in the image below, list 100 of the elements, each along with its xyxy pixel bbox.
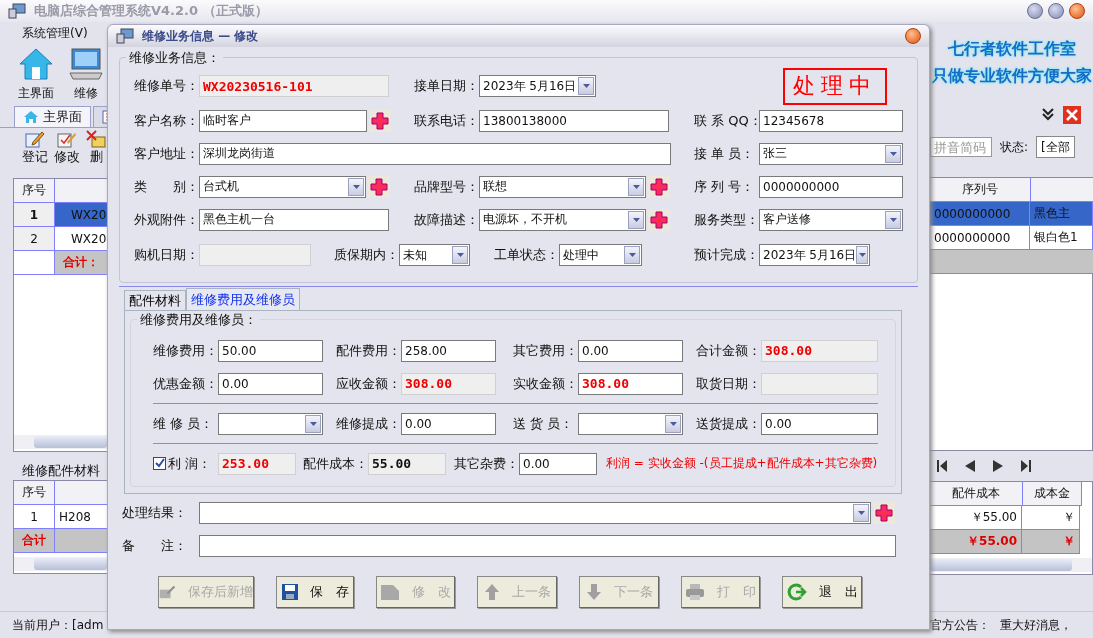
next-icon[interactable]: [992, 459, 1004, 473]
action-button[interactable]: 保 存: [276, 576, 354, 608]
column-header: [1031, 178, 1093, 202]
dropdown[interactable]: [199, 501, 871, 524]
toolbar-label[interactable]: 主界面: [18, 85, 54, 102]
action-button[interactable]: 退 出: [782, 576, 862, 608]
total-label: 合计: [14, 529, 55, 553]
date-picker[interactable]: 2023年 5月16日: [759, 244, 870, 266]
plus-icon: [371, 111, 389, 130]
text-field[interactable]: 深圳龙岗街道: [199, 142, 671, 165]
close-button[interactable]: [1069, 3, 1085, 19]
window-title: 电脑店综合管理系统V4.2.0 （正式版）: [34, 2, 269, 20]
scrollbar[interactable]: [14, 435, 107, 449]
toolbar-label[interactable]: 维修: [74, 85, 98, 102]
dropdown[interactable]: 客户送修: [759, 208, 903, 231]
text-field[interactable]: 0000000000: [759, 175, 903, 198]
text-field[interactable]: 0.00: [578, 339, 683, 362]
table-cell[interactable]: 黑色主: [1030, 202, 1093, 226]
scrollbar[interactable]: [14, 557, 107, 571]
column-header: 序列号: [930, 178, 1031, 202]
plus-icon: [370, 177, 388, 196]
checkbox[interactable]: [153, 457, 166, 470]
add-button[interactable]: [369, 109, 391, 132]
notepad-pencil-icon: [25, 130, 45, 148]
field-label: 客户名称：: [134, 111, 199, 130]
dropdown[interactable]: [全部: [1036, 136, 1075, 158]
field-label: 服务类型：: [694, 210, 759, 229]
text-field[interactable]: 12345678: [759, 109, 903, 132]
column-header: 序号: [14, 179, 55, 203]
slogan-text: 七行者软件工作室: [947, 38, 1076, 60]
last-icon[interactable]: [1020, 459, 1032, 473]
previous-icon[interactable]: [964, 459, 976, 473]
double-chevron-icon[interactable]: [1041, 107, 1055, 123]
text-field[interactable]: 0.00: [218, 372, 323, 395]
text-field[interactable]: 0.00: [519, 452, 597, 475]
printer-icon: [685, 583, 705, 601]
add-button[interactable]: [648, 208, 670, 231]
text-field[interactable]: [199, 534, 896, 557]
toolbar-label[interactable]: 登记: [22, 148, 48, 166]
dropdown[interactable]: 台式机: [199, 175, 366, 198]
dropdown[interactable]: [578, 412, 683, 435]
field-label: 优惠金额：: [153, 374, 218, 393]
table-cell[interactable]: WX20: [55, 203, 107, 227]
dropdown[interactable]: 未知: [399, 244, 470, 266]
text-field[interactable]: 50.00: [218, 339, 323, 362]
field-label: 处理结果：: [122, 503, 188, 522]
add-button[interactable]: [368, 175, 390, 198]
tab[interactable]: 配件材料: [124, 290, 186, 310]
search-field[interactable]: 拼音简码: [930, 137, 992, 157]
status-text: 当前用户：[adm: [12, 616, 104, 634]
field-label: 备 注：: [122, 536, 188, 555]
toolbar-label[interactable]: 删: [89, 148, 103, 166]
scrollbar[interactable]: [930, 558, 1092, 572]
computer-icon: [8, 3, 26, 19]
slogan-text: 只做专业软件方便大家: [931, 65, 1092, 87]
field-label: 接 单 员：: [694, 144, 756, 163]
text-field[interactable]: 0.00: [761, 412, 878, 435]
field-label: 利 润：: [168, 454, 212, 473]
menu-item[interactable]: 系统管理(V): [22, 25, 88, 42]
field-label: 维修费用：: [153, 341, 218, 360]
minimize-button[interactable]: [1027, 3, 1043, 19]
column-header: 序号: [14, 481, 55, 505]
dropdown[interactable]: 张三: [759, 142, 903, 165]
text-field[interactable]: 0.00: [401, 412, 496, 435]
date-picker[interactable]: 2023年 5月16日: [479, 75, 596, 97]
text-field[interactable]: 13800138000: [479, 109, 669, 132]
dropdown[interactable]: 联想: [479, 175, 646, 198]
dropdown[interactable]: 处理中: [559, 244, 642, 266]
maximize-button[interactable]: [1048, 3, 1064, 19]
field-label: 送 货 员：: [513, 414, 575, 433]
total-label: 合计：: [55, 251, 107, 275]
field-label: 维修单号：: [134, 77, 199, 95]
toolbar-label[interactable]: 修改: [54, 148, 80, 166]
field-label: 接单日期：: [414, 77, 479, 95]
tab[interactable]: 维修费用及维修员: [186, 288, 300, 310]
field-label: 品牌型号：: [414, 177, 479, 196]
field-label: 联系电话：: [414, 111, 479, 130]
table-cell: 2: [14, 227, 55, 251]
add-button[interactable]: [873, 501, 895, 524]
plus-icon: [875, 503, 893, 522]
dropdown[interactable]: 电源坏，不开机: [479, 208, 646, 231]
field-label: 维修提成：: [336, 414, 401, 433]
column-header: 成本金: [1023, 482, 1082, 506]
close-icon[interactable]: [1063, 106, 1081, 124]
field-label: 配件费用：: [336, 341, 401, 360]
text-field[interactable]: 黑色主机一台: [199, 208, 389, 231]
house-icon: [23, 110, 39, 124]
first-icon[interactable]: [936, 459, 948, 473]
table-cell[interactable]: 0000000000: [930, 202, 1030, 226]
add-button[interactable]: [648, 175, 670, 198]
text-field[interactable]: 308.00: [578, 372, 683, 395]
dropdown[interactable]: [218, 412, 323, 435]
column-header: 配件成本: [930, 482, 1023, 506]
field-label: 合计金额：: [696, 341, 761, 360]
text-field[interactable]: 临时客户: [199, 109, 367, 132]
close-button[interactable]: [905, 28, 921, 44]
readonly-field: 253.00: [218, 452, 296, 475]
text-field[interactable]: 258.00: [401, 339, 496, 362]
tab[interactable]: 主界面: [14, 106, 91, 127]
field-label: 购机日期：: [134, 246, 199, 264]
